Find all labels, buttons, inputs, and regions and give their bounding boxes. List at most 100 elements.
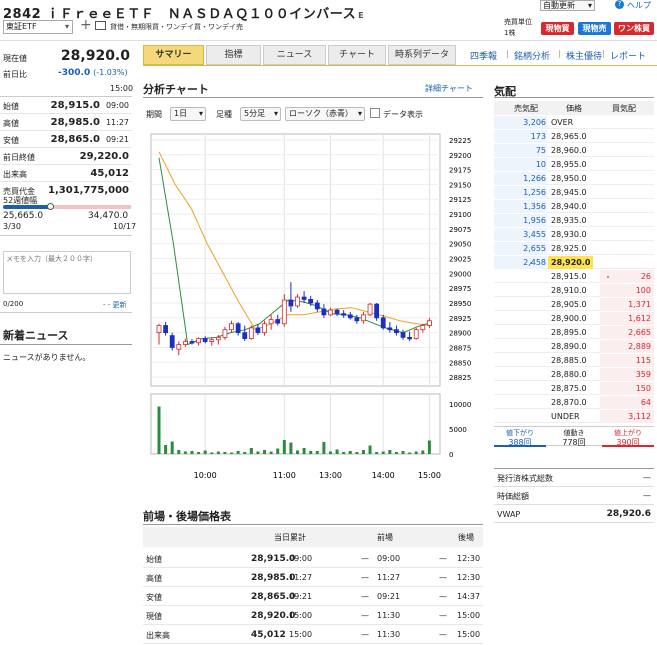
volume-bar [394, 452, 398, 454]
cash-buy-button[interactable]: 現物買 [541, 22, 574, 35]
board-price[interactable]: 28,875.0 [551, 384, 587, 393]
candle-body [407, 336, 413, 340]
oneday-buy-button[interactable]: ワン株買 [614, 22, 654, 35]
y-tick-label: 29075 [449, 226, 471, 234]
candle-body [242, 332, 248, 339]
board-price[interactable]: 28,935.0 [551, 216, 587, 225]
board-row: 173 28,965.0 [494, 130, 654, 143]
board-price[interactable]: 28,930.0 [551, 230, 587, 239]
tab-chart[interactable]: チャート [328, 45, 386, 65]
board-buy-qty: 1,371 [628, 300, 651, 309]
board-price[interactable]: 28,950.0 [551, 174, 587, 183]
board-price[interactable]: 28,940.0 [551, 202, 587, 211]
board-row: UNDER 3,112 [494, 410, 654, 423]
market-select-value: 東証ETF [6, 22, 37, 31]
tab-summary[interactable]: サマリー [143, 45, 204, 65]
data-toggle-checkbox[interactable] [370, 108, 380, 118]
volume-bar [368, 445, 372, 454]
memo-update-link[interactable]: - - 更新 [103, 300, 127, 310]
board-price[interactable]: 28,945.0 [551, 188, 587, 197]
candle-body [295, 296, 300, 307]
range52-high-segment [50, 205, 131, 209]
tab-news[interactable]: ニュース [263, 45, 326, 65]
volume-bar [223, 452, 227, 454]
volume-bar [342, 452, 346, 454]
candle-body [341, 313, 347, 316]
board-price[interactable]: 28,905.0 [551, 300, 587, 309]
range52-bar [3, 203, 131, 210]
candle-body [361, 314, 366, 322]
volume-plot-area [150, 393, 441, 455]
board-buy-qty: 1,612 [628, 314, 651, 323]
x-tick-label: 10:00 [194, 471, 217, 480]
info-row: 発行済株式総数 — [494, 469, 654, 487]
y-tick-label: 28825 [449, 374, 471, 382]
board-row: 28,905.0 1,371 [494, 298, 654, 311]
market-select[interactable]: 東証ETF ▾ [3, 20, 73, 34]
board-price[interactable]: 28,960.0 [551, 146, 587, 155]
board-price[interactable]: 28,900.0 [551, 314, 587, 323]
volume-bar [282, 440, 286, 454]
ohlc-row: 安値 28,865.0 09:21 [0, 131, 132, 148]
candle-body [301, 296, 307, 300]
detail-chart-link[interactable]: 詳細チャート [425, 83, 473, 94]
ashi-value: 5分足 [244, 109, 266, 118]
checkbox-icon[interactable] [95, 21, 106, 30]
board-price[interactable]: 28,965.0 [551, 132, 587, 141]
price-table-row: 高値 28,985.0 11:27—11:27—12:30 [143, 568, 483, 587]
volume-bar [190, 451, 194, 454]
help-link[interactable]: ヘルプ [627, 0, 651, 11]
period-select[interactable]: 1日 ▾ [170, 107, 206, 121]
board-price[interactable]: 28,915.0 [551, 272, 587, 281]
board-price[interactable]: 28,925.0 [551, 244, 587, 253]
help-icon[interactable]: ? [615, 0, 624, 9]
price-table-am-time: 11:30 [377, 630, 401, 639]
board-buy-mark: ・ [604, 273, 612, 282]
volume-bar [427, 440, 431, 454]
candle-select[interactable]: ローソク（赤青） ▾ [285, 107, 365, 121]
cash-sell-button[interactable]: 現物売 [578, 22, 611, 35]
link-yutai[interactable]: 株主優待 [566, 49, 602, 62]
chevron-down-icon: ▾ [273, 109, 278, 118]
header-pm: 後場 [458, 533, 474, 542]
link-analysis[interactable]: 銘柄分析 [514, 49, 550, 62]
y-tick-label: 28900 [449, 330, 471, 338]
auto-update-select[interactable]: 自動更新 ▾ [540, 0, 595, 11]
board-price[interactable]: 28,920.0 [548, 256, 594, 269]
board-price[interactable]: 28,955.0 [551, 160, 587, 169]
volume-bar [203, 450, 207, 454]
board-price[interactable]: 28,890.0 [551, 342, 587, 351]
price-table-pm-time: 15:00 [457, 630, 481, 639]
price-table-label: 始値 [146, 555, 162, 564]
x-tick-label: 11:00 [273, 471, 296, 480]
trade-flags: 貸借・無期限買・ワンデイ買・ワンデイ売 [110, 23, 243, 31]
price-table-pm: — [439, 592, 447, 601]
candle-body [235, 323, 241, 334]
candle-body [328, 309, 333, 316]
board-price[interactable]: 28,895.0 [551, 328, 587, 337]
board-price[interactable]: 28,870.0 [551, 398, 587, 407]
x-tick-label: 14:00 [372, 471, 395, 480]
info-value: — [643, 473, 651, 482]
tab-indicators[interactable]: 指標 [206, 45, 261, 65]
period-label: 期間 [146, 110, 162, 119]
board-sell-qty: 1,956 [523, 216, 546, 225]
link-shikiho[interactable]: 四季報 [470, 49, 497, 62]
memo-input[interactable] [3, 251, 131, 294]
board-sell-qty: 3,206 [523, 118, 546, 127]
add-icon[interactable]: + [80, 18, 92, 32]
ashi-select[interactable]: 5分足 ▾ [240, 107, 281, 121]
candle-body [394, 329, 399, 334]
price-change-value: -300.0 [58, 68, 91, 78]
volume-bar [276, 448, 280, 454]
board-price[interactable]: 28,885.0 [551, 356, 587, 365]
board-price[interactable]: 28,880.0 [551, 370, 587, 379]
link-report[interactable]: レポート [610, 49, 646, 62]
board-price[interactable]: UNDER [551, 412, 580, 421]
candle-body [334, 309, 340, 315]
board-price[interactable]: 28,910.0 [551, 286, 587, 295]
board-row: 2,655 28,925.0 [494, 242, 654, 255]
board-price[interactable]: OVER [551, 118, 573, 127]
tab-timeseries[interactable]: 時系列データ [388, 45, 456, 65]
info-row: 時価総額 — [494, 487, 654, 505]
